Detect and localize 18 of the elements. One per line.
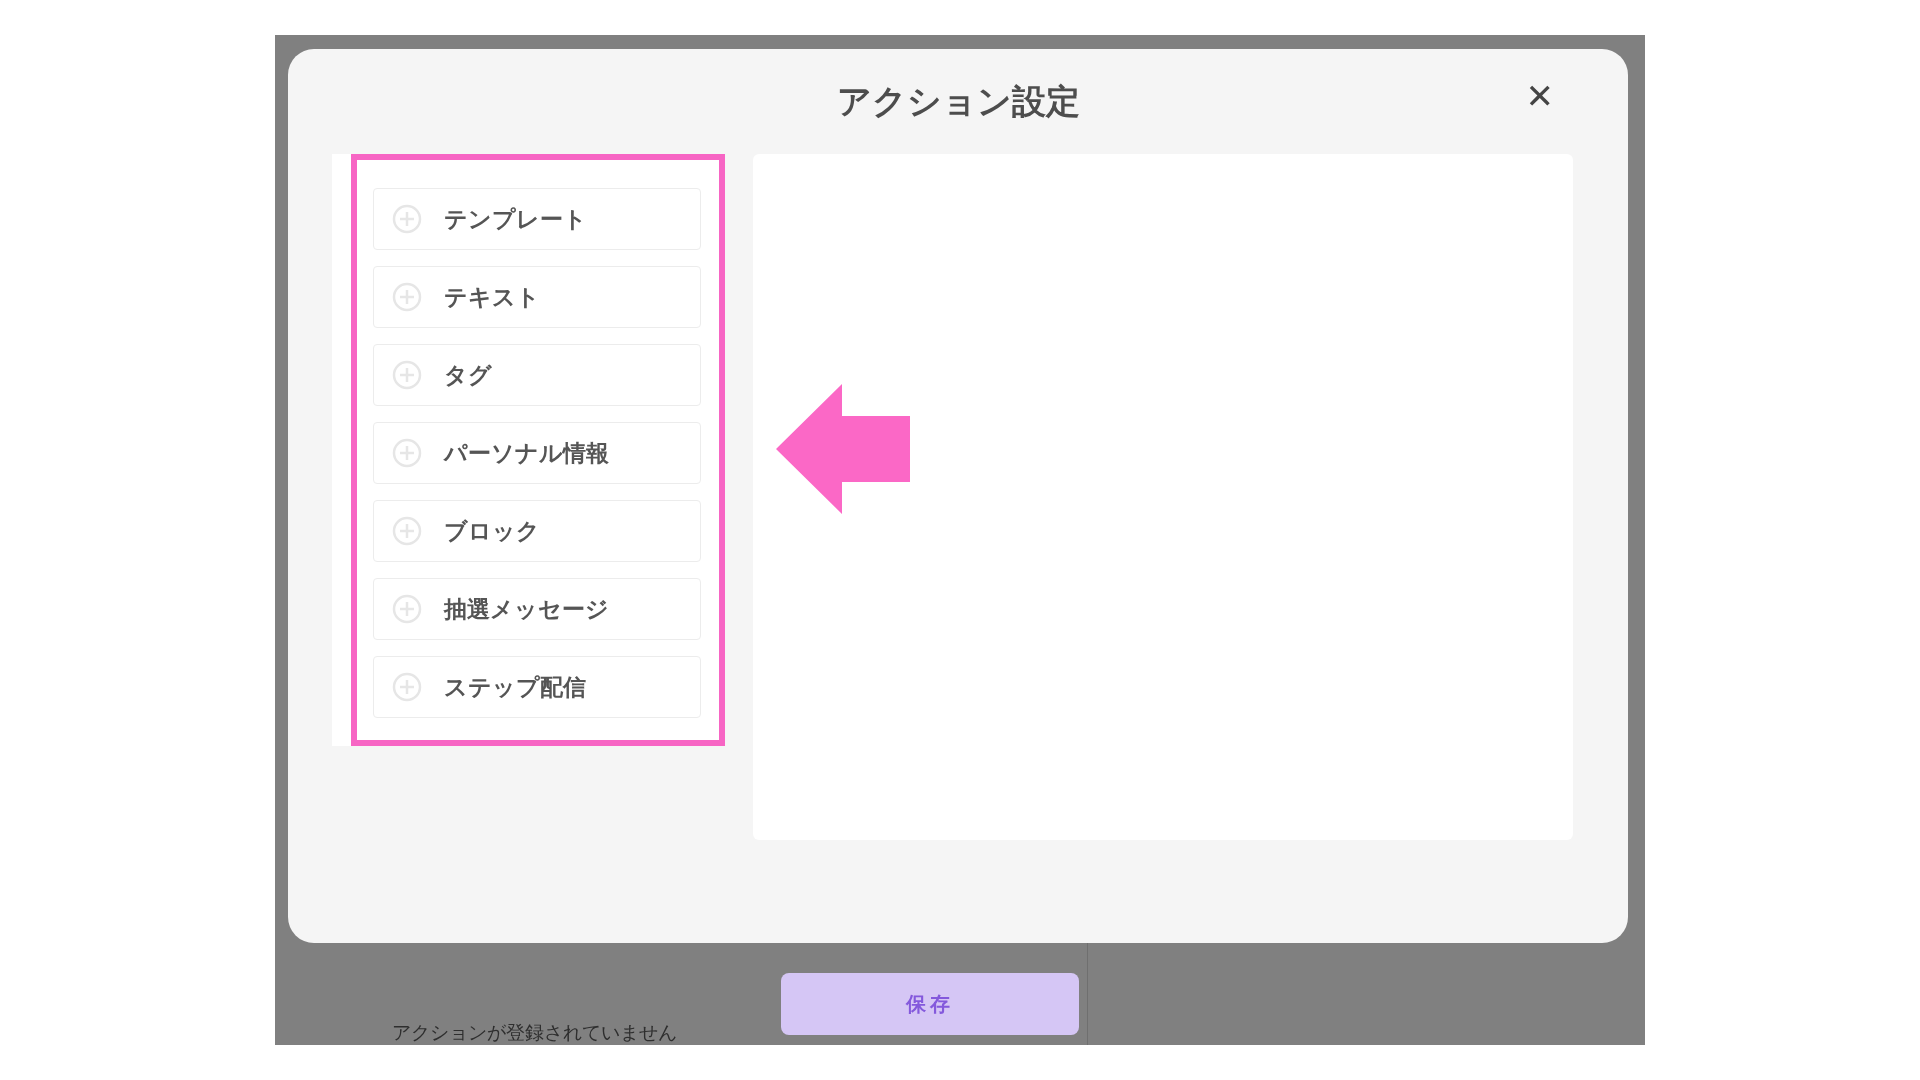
action-item[interactable]: ブロック xyxy=(373,500,701,562)
action-item[interactable]: タグ xyxy=(373,344,701,406)
plus-circle-icon xyxy=(392,282,422,312)
plus-circle-icon xyxy=(392,204,422,234)
action-item[interactable]: パーソナル情報 xyxy=(373,422,701,484)
modal-title: アクション設定 xyxy=(836,79,1080,123)
action-item[interactable]: 抽選メッセージ xyxy=(373,578,701,640)
plus-circle-icon xyxy=(392,594,422,624)
plus-circle-icon xyxy=(392,516,422,546)
action-item[interactable]: テキスト xyxy=(373,266,701,328)
action-item[interactable]: テンプレート xyxy=(373,188,701,250)
plus-circle-icon xyxy=(392,360,422,390)
empty-message: アクションが登録されていません xyxy=(392,1020,677,1045)
arrow-icon xyxy=(776,384,910,514)
action-item[interactable]: ステップ配信 xyxy=(373,656,701,718)
plus-circle-icon xyxy=(392,672,422,702)
close-button[interactable]: ✕ xyxy=(1525,79,1554,113)
plus-circle-icon xyxy=(392,438,422,468)
